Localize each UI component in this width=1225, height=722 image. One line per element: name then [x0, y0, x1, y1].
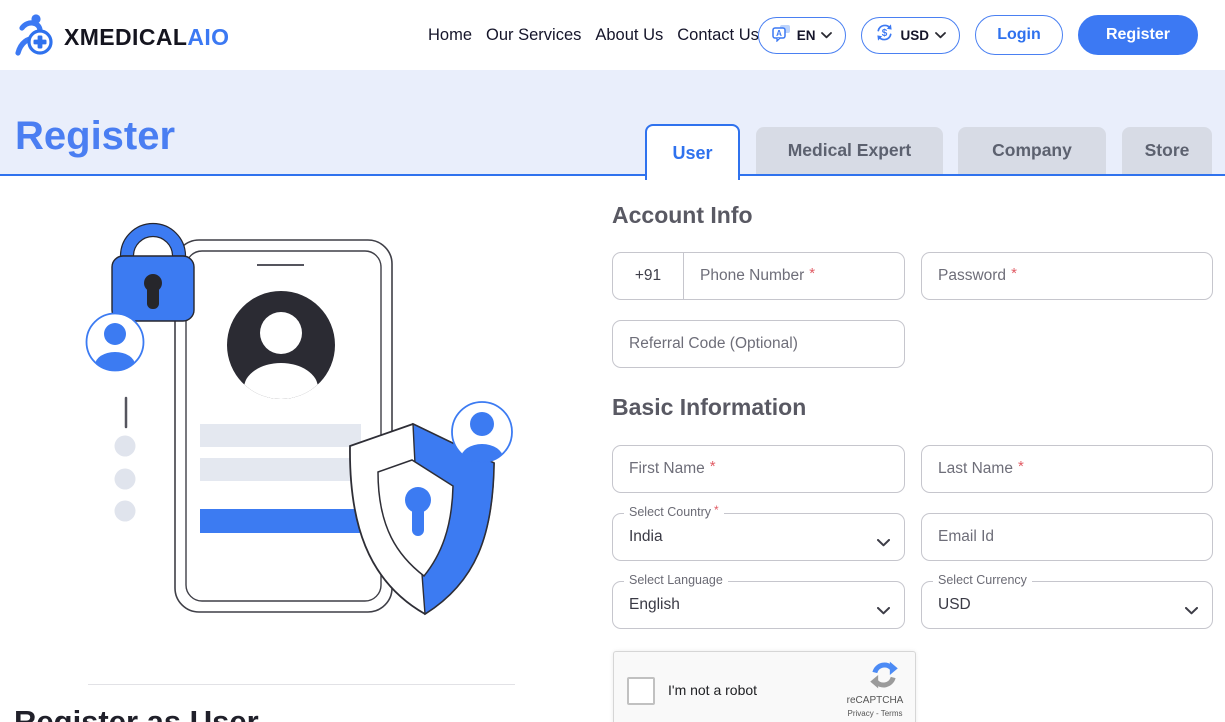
register-page: XMEDICALAIO Home Our Services About Us C…: [0, 0, 1225, 722]
required-marker: *: [710, 458, 716, 475]
page-title: Register: [15, 114, 175, 159]
first-name-input[interactable]: First Name *: [612, 445, 905, 493]
nav-item-contact-us[interactable]: Contact Us: [677, 26, 759, 45]
required-marker: *: [809, 265, 815, 282]
terms-link[interactable]: Terms: [881, 709, 903, 718]
country-value: India: [629, 528, 663, 546]
tab-company[interactable]: Company: [958, 127, 1106, 174]
email-placeholder: Email Id: [938, 528, 994, 546]
tab-store[interactable]: Store: [1122, 127, 1212, 174]
recaptcha-links: Privacy - Terms: [845, 709, 905, 718]
password-placeholder: Password: [938, 267, 1006, 285]
nav-item-our-services[interactable]: Our Services: [486, 26, 581, 45]
bottom-section-heading: Register as User: [14, 704, 259, 722]
currency-value: USD: [900, 28, 929, 43]
country-select[interactable]: Select Country* India: [612, 513, 905, 561]
language-select[interactable]: Select Language English: [612, 581, 905, 629]
referral-placeholder: Referral Code (Optional): [629, 335, 798, 353]
page-header-band: Register User Medical Expert Company Sto…: [0, 70, 1225, 176]
password-input[interactable]: Password *: [921, 252, 1213, 300]
chevron-down-icon: [821, 26, 832, 44]
language-value: EN: [797, 28, 816, 43]
language-label: Select Language: [624, 573, 728, 587]
header-actions: A EN $ USD: [758, 0, 1198, 70]
register-button[interactable]: Register: [1078, 15, 1198, 55]
chevron-down-icon: [1185, 602, 1198, 620]
last-name-input[interactable]: Last Name *: [921, 445, 1213, 493]
currency-selector[interactable]: $ USD: [861, 17, 960, 54]
chevron-down-icon: [877, 602, 890, 620]
tab-user[interactable]: User: [645, 124, 740, 180]
svg-text:$: $: [882, 28, 888, 39]
referral-code-input[interactable]: Referral Code (Optional): [612, 320, 905, 368]
required-marker: *: [1011, 265, 1017, 282]
phone-prefix: +91: [613, 267, 683, 285]
nav-item-home[interactable]: Home: [428, 26, 472, 45]
phone-number-input[interactable]: +91 Phone Number *: [612, 252, 905, 300]
last-name-placeholder: Last Name: [938, 460, 1013, 478]
phone-placeholder: Phone Number: [684, 267, 804, 285]
brand-logo[interactable]: XMEDICALAIO: [12, 11, 229, 64]
recaptcha-label: I'm not a robot: [668, 682, 757, 698]
language-value: English: [629, 596, 680, 614]
currency-select-value: USD: [938, 596, 971, 614]
security-illustration: [60, 190, 520, 690]
translate-icon: A: [772, 24, 791, 47]
language-selector[interactable]: A EN: [758, 17, 847, 54]
email-input[interactable]: Email Id: [921, 513, 1213, 561]
svg-text:A: A: [776, 29, 782, 38]
top-navbar: XMEDICALAIO Home Our Services About Us C…: [0, 0, 1225, 70]
basic-information-heading: Basic Information: [612, 394, 806, 421]
tab-medical-expert[interactable]: Medical Expert: [756, 127, 943, 174]
chevron-down-icon: [935, 26, 946, 44]
account-info-heading: Account Info: [612, 202, 753, 229]
currency-exchange-icon: $: [875, 23, 894, 47]
main-nav: Home Our Services About Us Contact Us: [428, 0, 759, 70]
section-divider: [88, 684, 515, 685]
chevron-down-icon: [877, 534, 890, 552]
recaptcha-widget: I'm not a robot reCAPTCHA Privacy - Term…: [613, 651, 916, 722]
brand-name: XMEDICALAIO: [64, 24, 229, 51]
login-button[interactable]: Login: [975, 15, 1063, 55]
recaptcha-brand: reCAPTCHA: [845, 695, 905, 706]
nav-item-about-us[interactable]: About Us: [595, 26, 663, 45]
recaptcha-checkbox[interactable]: [627, 677, 655, 705]
first-name-placeholder: First Name: [629, 460, 705, 478]
currency-label: Select Currency: [933, 573, 1032, 587]
privacy-link[interactable]: Privacy: [848, 709, 874, 718]
country-label: Select Country*: [624, 505, 724, 519]
required-marker: *: [1018, 458, 1024, 475]
currency-select[interactable]: Select Currency USD: [921, 581, 1213, 629]
medical-person-logo-icon: [12, 11, 58, 64]
recaptcha-logo-icon: [869, 660, 899, 690]
